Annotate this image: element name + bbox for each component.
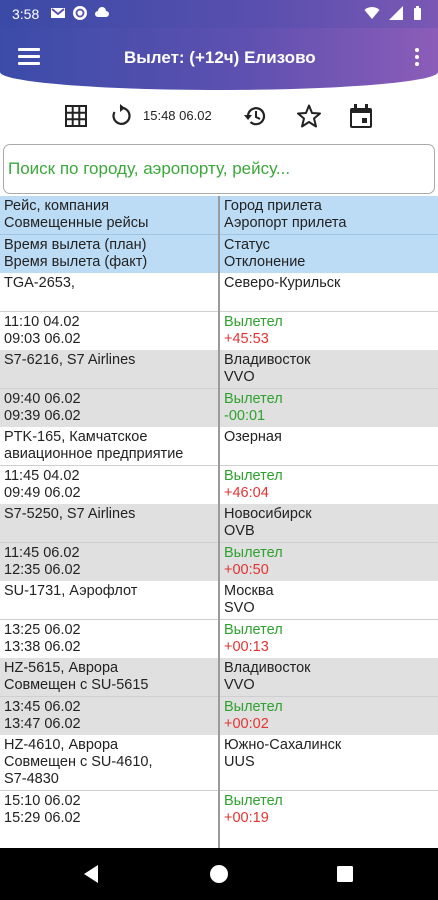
refresh-icon [112, 104, 131, 125]
departure-times: 13:45 06.02 13:47 06.02 [0, 696, 219, 735]
page-title: Вылет: (+12ч) Елизово [124, 48, 316, 67]
status-cell: Вылетел +46:04 [219, 465, 438, 504]
arrival-city: Владивосток VVO [224, 660, 311, 693]
home-icon[interactable] [207, 862, 231, 886]
flight-company: PTK-165, Камчатское авиационное предприят… [4, 429, 184, 462]
signal-icon [389, 6, 403, 20]
flight-company: S7-6216, S7 Airlines [4, 352, 136, 368]
flight-company: HZ-5615, Аврора Совмещен с SU-5615 [4, 660, 149, 693]
status-cell: Вылетел +00:19 [219, 790, 438, 829]
last-update-time: 15:48 06.02 [143, 108, 212, 123]
status-cell: Вылетел +00:50 [219, 542, 438, 581]
battery-icon [414, 6, 421, 20]
status-cell: Вылетел +45:53 [219, 311, 438, 350]
delay-text: -00:01 [224, 408, 266, 424]
grid-icon [65, 105, 87, 127]
flight-company: HZ-4610, Аврора Совмещен с SU-4610, S7-483… [4, 737, 153, 787]
status-cell: Вылетел +00:02 [219, 696, 438, 735]
more-options-button[interactable] [410, 48, 424, 70]
departure-times: 09:40 06.02 09:39 06.02 [0, 388, 219, 427]
calendar-button[interactable] [347, 102, 375, 130]
delay-text: +46:04 [224, 485, 269, 501]
status-text: Вылетел [224, 622, 283, 638]
arrival-city: Владивосток VVO [224, 352, 311, 385]
back-icon[interactable] [80, 862, 104, 886]
status-text: Вылетел [224, 391, 283, 407]
hamburger-icon [18, 48, 40, 51]
status-bar: 3:58 [0, 0, 438, 28]
header-departure-times: Время вылета (план) Время вылета (факт) [0, 234, 219, 273]
status-text: Вылетел [224, 699, 283, 715]
star-icon [297, 104, 321, 128]
history-button[interactable] [241, 102, 269, 130]
departure-times: 13:25 06.02 13:38 06.02 [0, 619, 219, 658]
header-flight-company: Рейс, компания Совмещенные рейсы [4, 198, 149, 231]
search-input[interactable] [4, 145, 434, 193]
arrival-city: Северо-Курильск [224, 275, 341, 291]
departure-times: 11:10 04.02 09:03 06.02 [0, 311, 219, 350]
menu-button[interactable] [14, 44, 46, 72]
departure-times: 11:45 04.02 09:49 06.02 [0, 465, 219, 504]
arrival-city: Озерная [224, 429, 282, 445]
calendar-icon [350, 104, 372, 128]
status-text: Вылетел [224, 314, 283, 330]
navigation-bar [0, 848, 438, 900]
grid-view-button[interactable] [62, 102, 90, 130]
refresh-button[interactable] [106, 102, 134, 130]
flight-company: SU-1731, Аэрофлот [4, 583, 138, 599]
toolbar: 15:48 06.02 [0, 98, 438, 136]
cloud-icon [95, 7, 109, 17]
wifi-icon [364, 7, 380, 19]
delay-text: +00:50 [224, 562, 269, 578]
search-box[interactable] [3, 144, 435, 194]
status-cell: Вылетел -00:01 [219, 388, 438, 427]
arrival-city: Новосибирск OVB [224, 506, 312, 539]
flight-company: S7-5250, S7 Airlines [4, 506, 136, 522]
column-divider [218, 196, 220, 848]
gmail-icon [51, 8, 65, 18]
header-city-airport: Город прилета Аэропорт прилета [224, 198, 347, 231]
delay-text: +00:13 [224, 639, 269, 655]
delay-text: +00:19 [224, 810, 269, 826]
flight-company: TGA-2653, [4, 275, 75, 291]
status-time: 3:58 [12, 6, 40, 22]
recents-icon[interactable] [333, 862, 357, 886]
header-status-deviation: Статус Отклонение [219, 234, 438, 273]
departure-times: 15:10 06.02 15:29 06.02 [0, 790, 219, 829]
sync-icon [73, 6, 87, 20]
app-bar: Вылет: (+12ч) Елизово [0, 28, 438, 90]
status-text: Вылетел [224, 468, 283, 484]
delay-text: +00:02 [224, 716, 269, 732]
status-cell: Вылетел +00:13 [219, 619, 438, 658]
status-text: Вылетел [224, 545, 283, 561]
delay-text: +45:53 [224, 331, 269, 347]
departure-times: 11:45 06.02 12:35 06.02 [0, 542, 219, 581]
arrival-city: Москва SVO [224, 583, 274, 616]
history-icon [244, 107, 266, 126]
favorites-button[interactable] [295, 102, 323, 130]
arrival-city: Южно-Сахалинск UUS [224, 737, 342, 770]
status-text: Вылетел [224, 793, 283, 809]
